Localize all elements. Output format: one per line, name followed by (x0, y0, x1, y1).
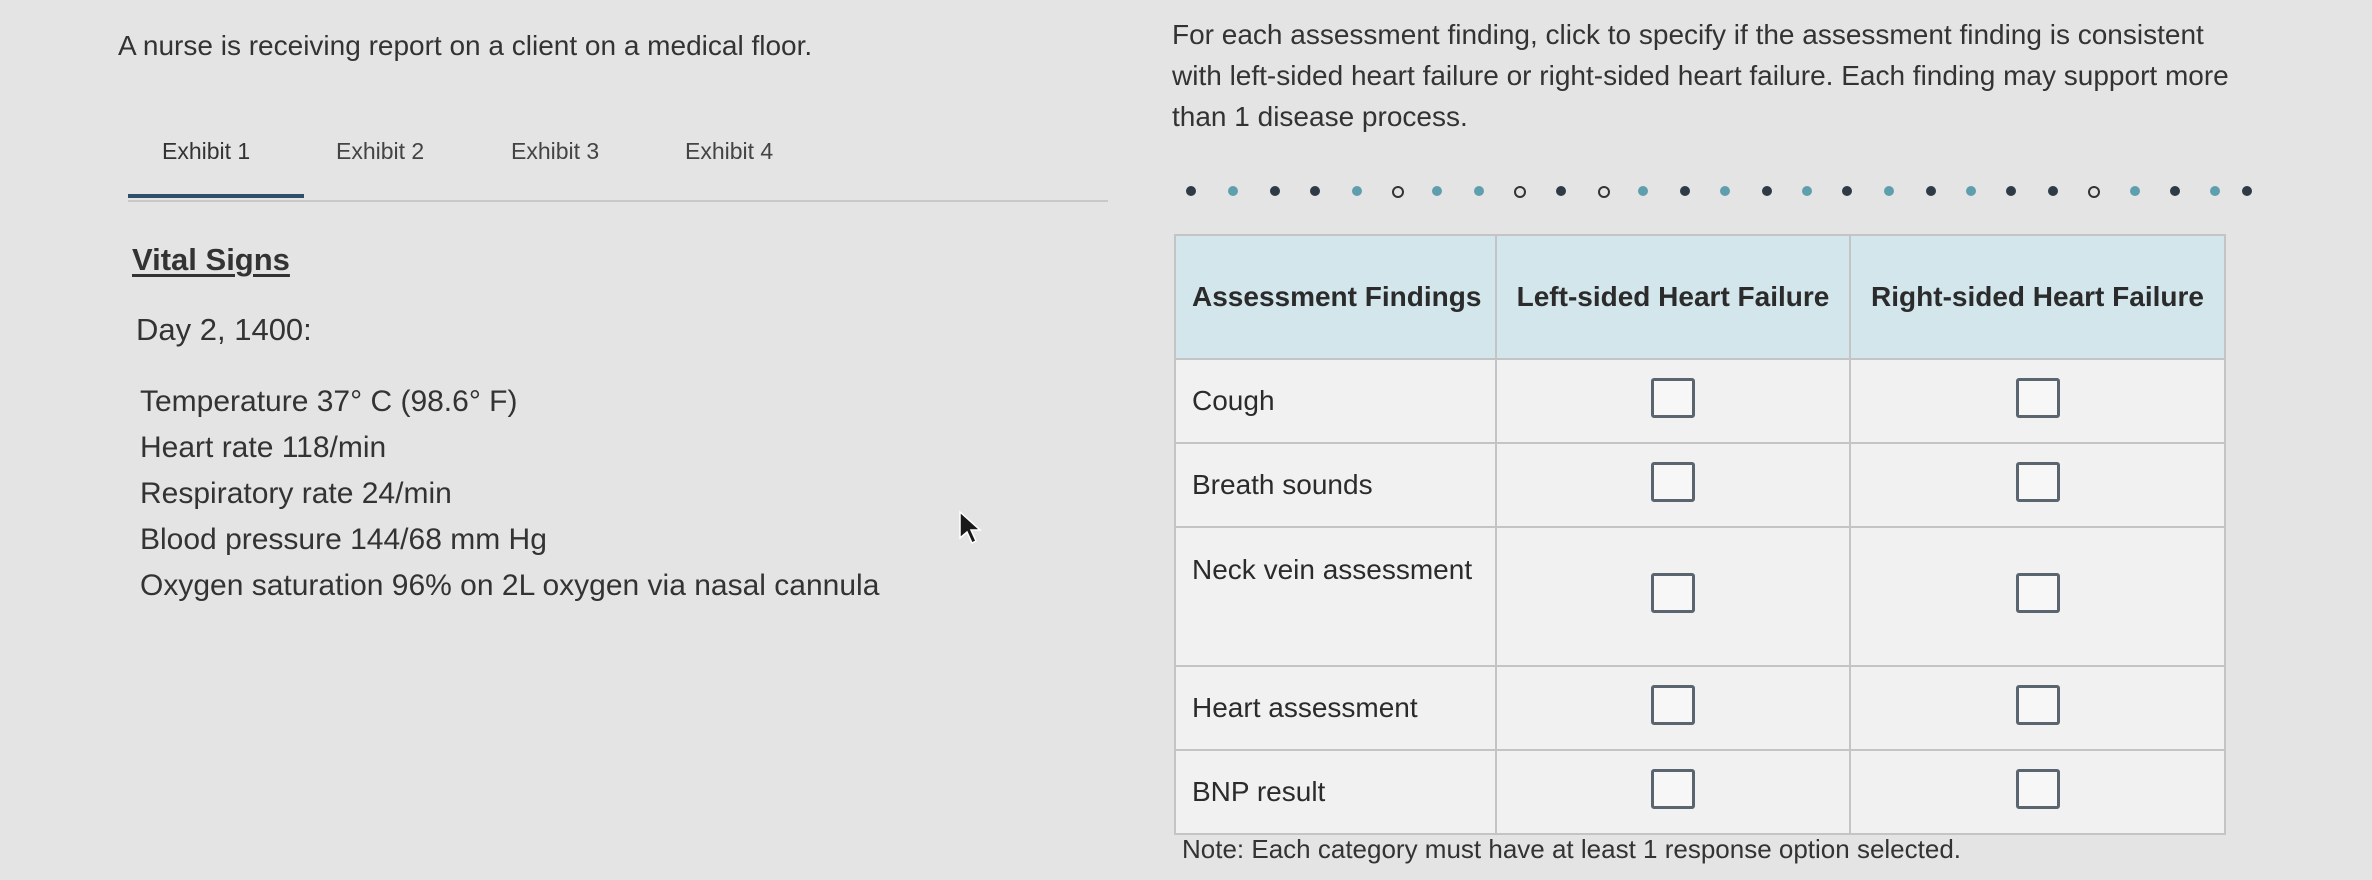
table-row: BNP result (1174, 749, 2226, 835)
divider-dot (2088, 186, 2100, 198)
heart-assessment-left-checkbox[interactable] (1651, 684, 1695, 725)
mouse-cursor-icon (959, 510, 982, 545)
tab-exhibit-3[interactable]: Exhibit 3 (511, 138, 599, 196)
table-row: Cough (1174, 358, 2226, 444)
heart-assessment-right-checkbox[interactable] (2015, 684, 2060, 725)
header-right-sided-failure: Right-sided Heart Failure (1849, 234, 2226, 360)
exhibit-panel: A nurse is receiving report on a client … (0, 0, 1130, 880)
table-row: Neck vein assessment (1174, 526, 2226, 667)
divider-dot (2048, 186, 2058, 196)
cough-right-checkbox[interactable] (2015, 377, 2060, 418)
cough-left-checkbox[interactable] (1651, 377, 1695, 418)
divider-dot (1392, 186, 1404, 198)
bnp-left-checkbox[interactable] (1651, 768, 1695, 809)
table-row: Breath sounds (1174, 442, 2226, 528)
left-cell (1495, 358, 1851, 444)
divider-dot (1720, 186, 1730, 196)
divider-dot (1186, 186, 1196, 196)
neck-vein-left-checkbox[interactable] (1651, 573, 1695, 613)
left-cell (1495, 442, 1851, 528)
case-intro: A nurse is receiving report on a client … (118, 30, 813, 61)
divider-dot (1556, 186, 1566, 196)
breath-sounds-left-checkbox[interactable] (1651, 461, 1695, 502)
divider-dot (2210, 186, 2220, 196)
assessment-matrix: Assessment Findings Left-sided Heart Fai… (1174, 234, 2226, 835)
divider-dot (1966, 186, 1976, 196)
table-row: Heart assessment (1174, 665, 2226, 751)
left-cell (1495, 665, 1851, 751)
right-cell (1849, 526, 2226, 667)
header-assessment-findings: Assessment Findings (1174, 234, 1497, 360)
divider-dot (1680, 186, 1690, 196)
divider-dot (1598, 186, 1610, 198)
divider-dot (1638, 186, 1648, 196)
divider-dot (2006, 186, 2016, 196)
dotted-divider (1186, 180, 2372, 200)
vital-heart-rate: Heart rate 118/min (140, 431, 387, 464)
right-cell (1849, 665, 2226, 751)
vitals-timestamp: Day 2, 1400: (136, 312, 312, 347)
question-instructions: For each assessment finding, click to sp… (1172, 19, 2229, 132)
divider-dot (2170, 186, 2180, 196)
divider-dot (1842, 186, 1852, 196)
vital-oxygen-saturation: Oxygen saturation 96% on 2L oxygen via n… (140, 569, 880, 602)
divider-dot (1432, 186, 1442, 196)
divider-dot (1310, 186, 1320, 196)
tab-exhibit-2[interactable]: Exhibit 2 (336, 138, 424, 196)
neck-vein-right-checkbox[interactable] (2015, 573, 2060, 613)
finding-cough: Cough (1174, 358, 1497, 444)
vital-blood-pressure: Blood pressure 144/68 mm Hg (140, 523, 547, 556)
finding-neck-vein-assessment: Neck vein assessment (1174, 526, 1497, 667)
vitals-list: Temperature 37° C (98.6° F) Heart rate 1… (140, 382, 879, 612)
vital-temperature: Temperature 37° C (98.6° F) (140, 385, 518, 418)
divider-dot (1884, 186, 1894, 196)
vitals-heading: Vital Signs (132, 242, 290, 277)
divider-dot (1270, 186, 1280, 196)
divider-dot (2242, 186, 2252, 196)
finding-breath-sounds: Breath sounds (1174, 442, 1497, 528)
divider-dot (1352, 186, 1362, 196)
exhibit-tabs: Exhibit 1 Exhibit 2 Exhibit 3 Exhibit 4 (128, 138, 1108, 202)
breath-sounds-right-checkbox[interactable] (2015, 461, 2060, 502)
divider-dot (1514, 186, 1526, 198)
active-tab-indicator (128, 194, 304, 198)
selection-note: Note: Each category must have at least 1… (1182, 834, 1962, 864)
divider-dot (1926, 186, 1936, 196)
right-cell (1849, 358, 2226, 444)
right-cell (1849, 749, 2226, 835)
tab-exhibit-4[interactable]: Exhibit 4 (685, 138, 773, 196)
left-cell (1495, 749, 1851, 835)
divider-dot (1802, 186, 1812, 196)
matrix-header-row: Assessment Findings Left-sided Heart Fai… (1174, 234, 2226, 360)
bnp-right-checkbox[interactable] (2015, 768, 2060, 809)
divider-dot (1762, 186, 1772, 196)
left-cell (1495, 526, 1851, 667)
divider-dot (1474, 186, 1484, 196)
divider-dot (2130, 186, 2140, 196)
divider-dot (1228, 186, 1238, 196)
right-cell (1849, 442, 2226, 528)
tab-exhibit-1[interactable]: Exhibit 1 (162, 138, 250, 196)
finding-heart-assessment: Heart assessment (1174, 665, 1497, 751)
header-left-sided-failure: Left-sided Heart Failure (1495, 234, 1851, 360)
question-panel: For each assessment finding, click to sp… (1130, 0, 2372, 880)
finding-bnp-result: BNP result (1174, 749, 1497, 835)
vital-respiratory-rate: Respiratory rate 24/min (140, 477, 452, 510)
